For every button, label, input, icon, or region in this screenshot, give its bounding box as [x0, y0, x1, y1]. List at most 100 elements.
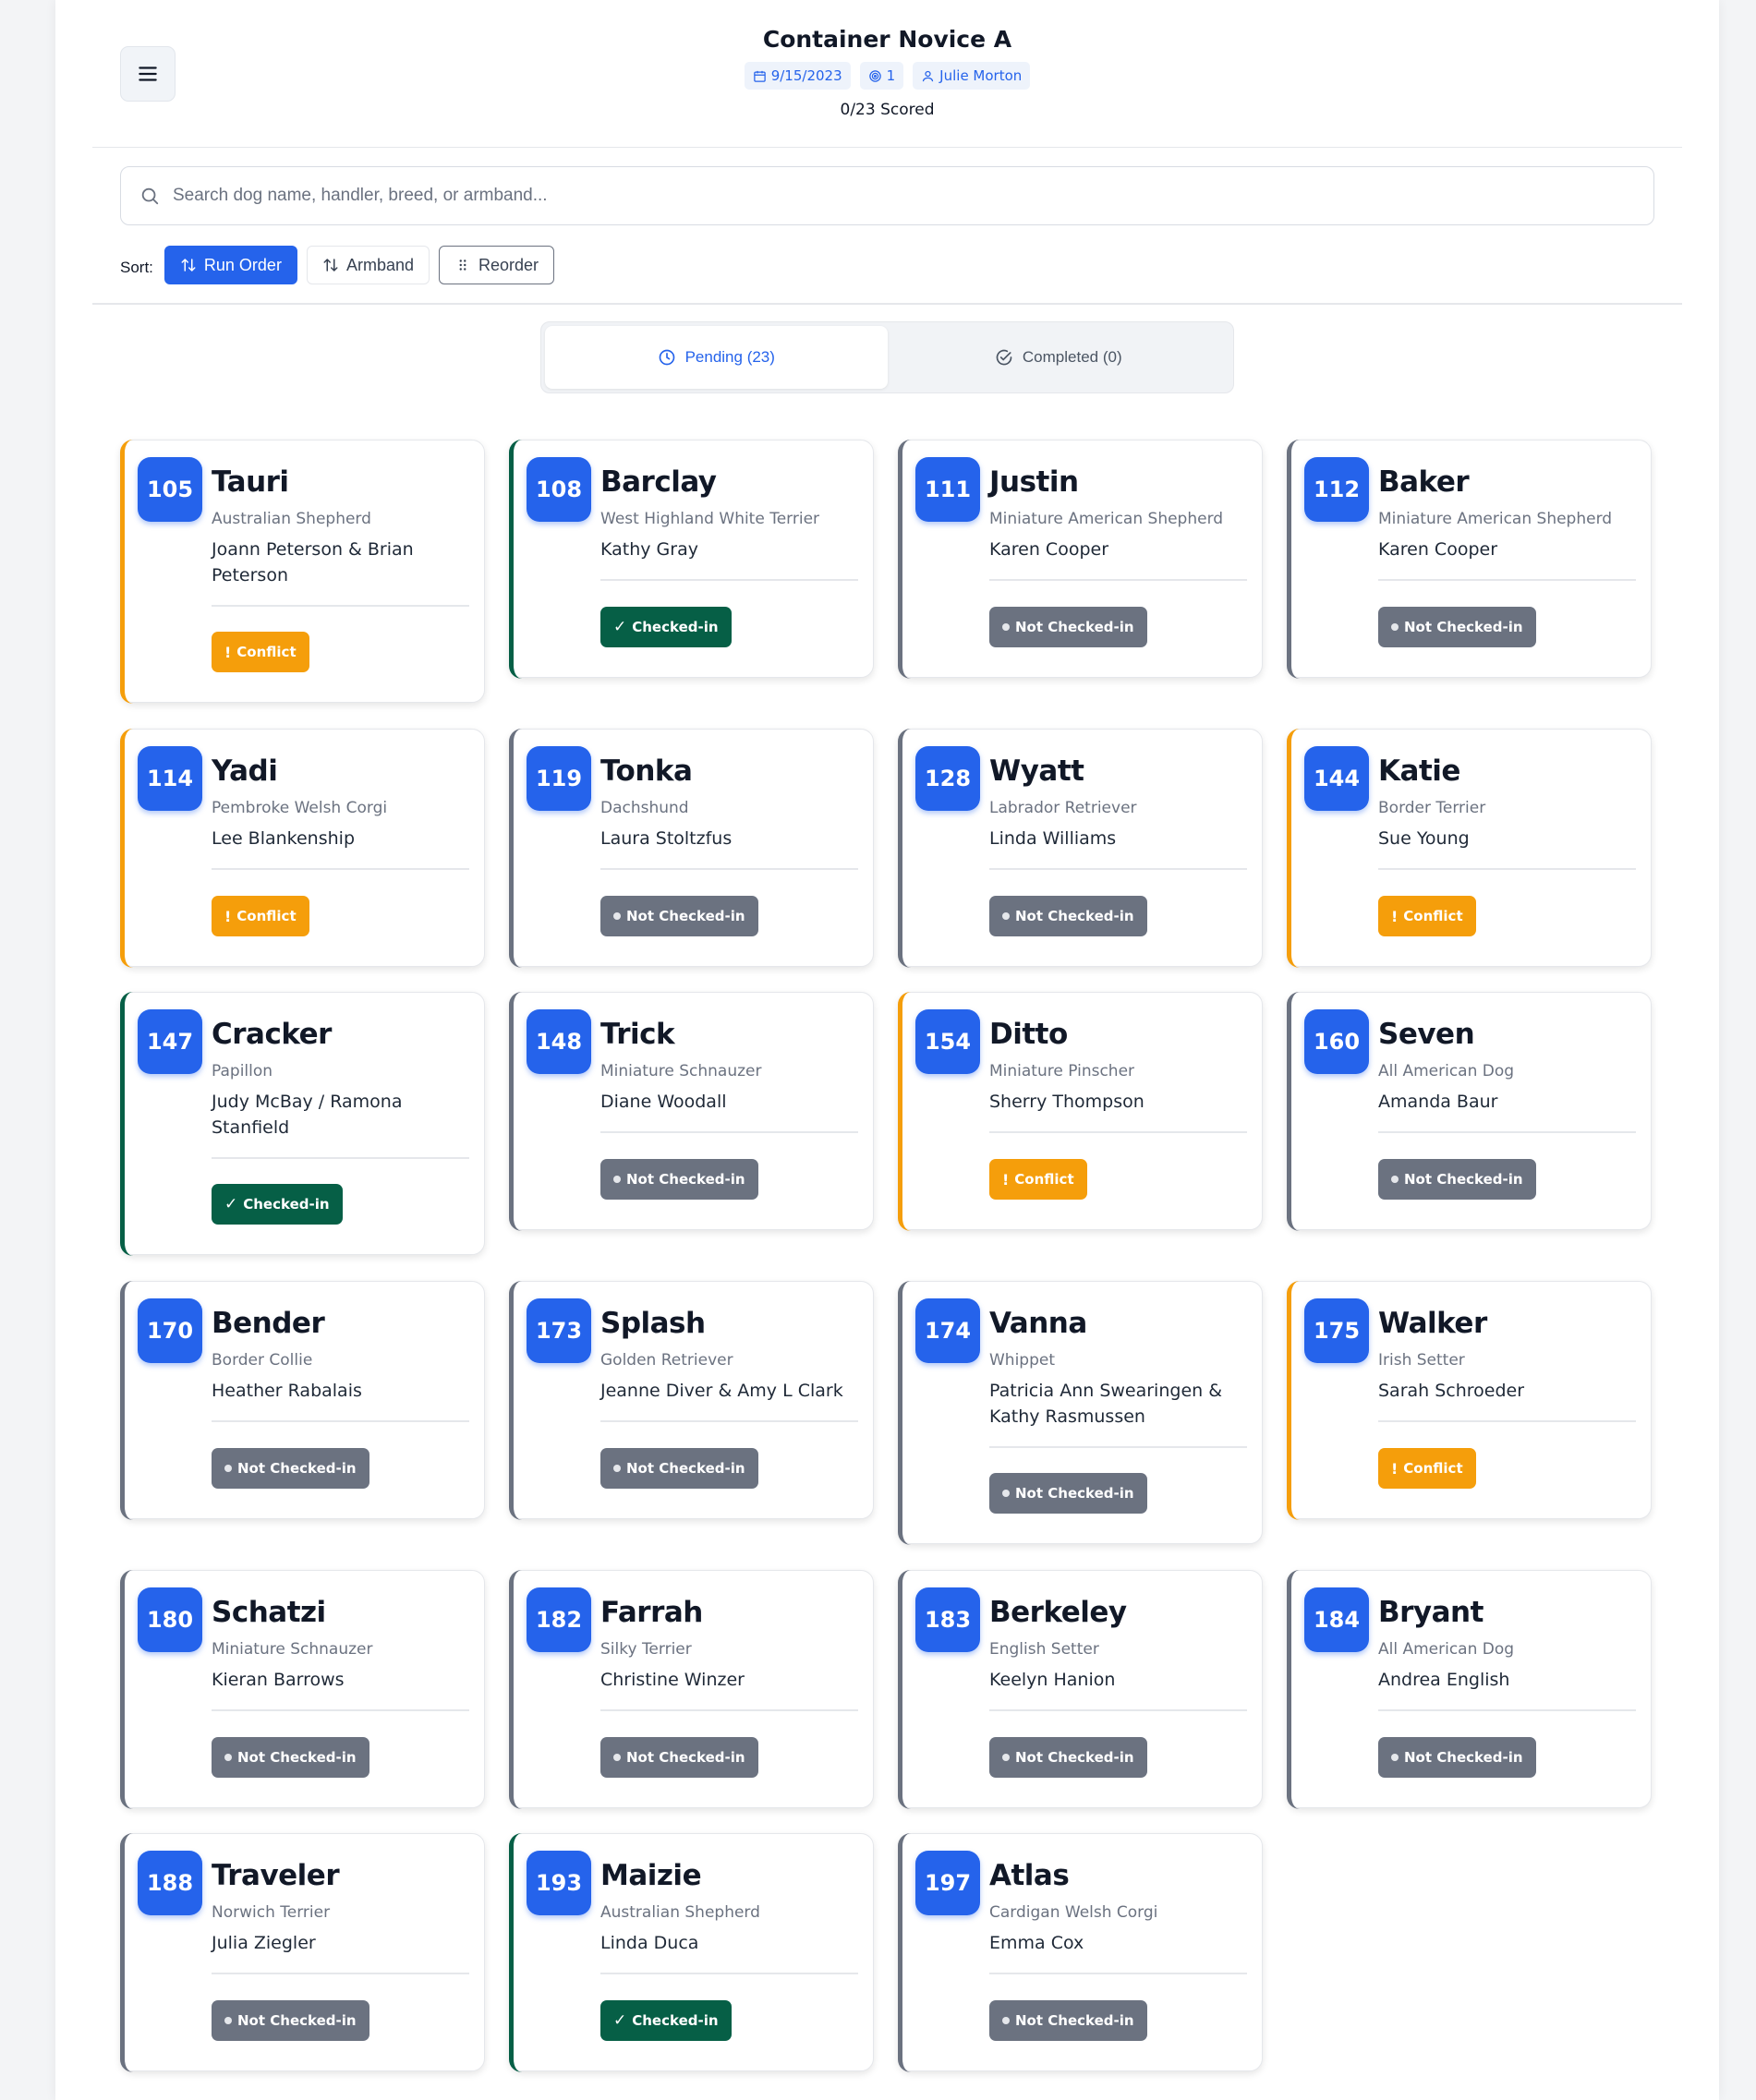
status-label: Conflict — [1403, 908, 1463, 924]
handler-name: Sherry Thompson — [989, 1092, 1144, 1112]
exclamation-icon: ! — [224, 907, 232, 925]
handler-name: Linda Williams — [989, 828, 1117, 849]
checkin-status-badge[interactable]: Not Checked-in — [989, 1473, 1147, 1514]
dot-icon — [1002, 623, 1010, 631]
level-chip: 1 — [859, 62, 904, 90]
checkin-status-badge[interactable]: Not Checked-in — [600, 1159, 758, 1200]
dot-icon — [613, 1754, 621, 1761]
dog-breed: Australian Shepherd — [600, 1903, 760, 1922]
checkin-status-badge[interactable]: Not Checked-in — [600, 1737, 758, 1778]
search-bar[interactable] — [120, 166, 1654, 225]
checkin-status-badge[interactable]: ! Conflict — [1378, 1448, 1476, 1489]
handler-name: Julia Ziegler — [212, 1933, 316, 1953]
entry-card[interactable]: 114 Yadi Pembroke Welsh Corgi Lee Blanke… — [119, 728, 485, 968]
dog-name: Maizie — [600, 1859, 702, 1892]
dog-breed: West Highland White Terrier — [600, 510, 820, 528]
checkin-status-badge[interactable]: Not Checked-in — [1378, 1159, 1536, 1200]
entry-card[interactable]: 147 Cracker Papillon Judy McBay / Ramona… — [119, 991, 485, 1256]
entry-card[interactable]: 175 Walker Irish Setter Sarah Schroeder … — [1286, 1280, 1652, 1520]
checkin-status-badge[interactable]: ! Conflict — [1378, 896, 1476, 936]
dog-name: Vanna — [989, 1307, 1087, 1340]
entry-card[interactable]: 170 Bender Border Collie Heather Rabalai… — [119, 1280, 485, 1520]
checkin-status-badge[interactable]: ! Conflict — [212, 632, 309, 672]
sort-label: Sort: — [120, 259, 153, 276]
handler-name: Christine Winzer — [600, 1670, 745, 1690]
sort-armband-button[interactable]: Armband — [306, 246, 430, 284]
entry-card[interactable]: 160 Seven All American Dog Amanda Baur N… — [1286, 991, 1652, 1231]
checkin-status-badge[interactable]: Not Checked-in — [989, 2000, 1147, 2041]
sort-run-order-button[interactable]: Run Order — [163, 246, 297, 284]
entry-card[interactable]: 197 Atlas Cardigan Welsh Corgi Emma Cox … — [897, 1832, 1263, 2072]
sort-arrows-icon — [323, 259, 338, 272]
dot-icon — [1391, 1176, 1399, 1183]
card-divider — [989, 1709, 1247, 1711]
entry-card[interactable]: 174 Vanna Whippet Patricia Ann Swearinge… — [897, 1280, 1263, 1545]
card-divider — [600, 1973, 858, 1974]
exclamation-icon: ! — [224, 643, 232, 661]
entry-card[interactable]: 112 Baker Miniature American Shepherd Ka… — [1286, 439, 1652, 679]
card-divider — [989, 1131, 1247, 1133]
status-accent-bar — [1286, 728, 1300, 968]
checkin-status-badge[interactable]: Not Checked-in — [600, 1448, 758, 1489]
entry-card[interactable]: 144 Katie Border Terrier Sue Young ! Conf… — [1286, 728, 1652, 968]
status-accent-bar — [508, 728, 522, 968]
checkin-status-badge[interactable]: Not Checked-in — [600, 896, 758, 936]
checkin-status-badge[interactable]: Not Checked-in — [989, 896, 1147, 936]
status-accent-bar — [1286, 439, 1300, 679]
armband-badge: 154 — [915, 1009, 980, 1074]
entry-card[interactable]: 119 Tonka Dachshund Laura Stoltzfus Not … — [508, 728, 874, 968]
entry-card[interactable]: 184 Bryant All American Dog Andrea Engli… — [1286, 1569, 1652, 1809]
handler-name: Jeanne Diver & Amy L Clark — [600, 1381, 843, 1401]
checkin-status-badge[interactable]: ✓ Checked-in — [600, 607, 732, 647]
card-divider — [1378, 579, 1636, 581]
entry-card[interactable]: 173 Splash Golden Retriever Jeanne Diver… — [508, 1280, 874, 1520]
entry-card[interactable]: 188 Traveler Norwich Terrier Julia Ziegl… — [119, 1832, 485, 2072]
entry-card[interactable]: 148 Trick Miniature Schnauzer Diane Wood… — [508, 991, 874, 1231]
entry-card[interactable]: 183 Berkeley English Setter Keelyn Hanio… — [897, 1569, 1263, 1809]
card-divider — [989, 579, 1247, 581]
checkin-status-badge[interactable]: Not Checked-in — [989, 1737, 1147, 1778]
entry-card[interactable]: 128 Wyatt Labrador Retriever Linda Willi… — [897, 728, 1263, 968]
entry-card[interactable]: 108 Barclay West Highland White Terrier … — [508, 439, 874, 679]
checkin-status-badge[interactable]: Not Checked-in — [212, 1448, 369, 1489]
dog-name: Wyatt — [989, 754, 1084, 788]
entry-card[interactable]: 105 Tauri Australian Shepherd Joann Pete… — [119, 439, 485, 704]
status-label: Not Checked-in — [1015, 619, 1134, 635]
entry-card[interactable]: 180 Schatzi Miniature Schnauzer Kieran B… — [119, 1569, 485, 1809]
dog-breed: Pembroke Welsh Corgi — [212, 799, 388, 817]
checkin-status-badge[interactable]: Not Checked-in — [212, 2000, 369, 2041]
tab-pending[interactable]: Pending (23) — [545, 326, 888, 389]
dot-icon — [613, 1465, 621, 1472]
entry-card[interactable]: 182 Farrah Silky Terrier Christine Winze… — [508, 1569, 874, 1809]
card-divider — [600, 868, 858, 870]
checkin-status-badge[interactable]: Not Checked-in — [989, 607, 1147, 647]
dot-icon — [224, 1465, 232, 1472]
armband-badge: 180 — [138, 1587, 202, 1652]
status-accent-bar — [508, 1832, 522, 2072]
entry-card[interactable]: 193 Maizie Australian Shepherd Linda Duc… — [508, 1832, 874, 2072]
status-label: Checked-in — [632, 619, 719, 635]
checkin-status-badge[interactable]: Not Checked-in — [1378, 607, 1536, 647]
card-divider — [989, 1973, 1247, 1974]
checkin-status-badge[interactable]: ! Conflict — [989, 1159, 1087, 1200]
armband-badge: 183 — [915, 1587, 980, 1652]
checkin-status-badge[interactable]: ✓ Checked-in — [600, 2000, 732, 2041]
checkin-status-badge[interactable]: Not Checked-in — [212, 1737, 369, 1778]
status-label: Checked-in — [243, 1196, 330, 1213]
checkin-status-badge[interactable]: Not Checked-in — [1378, 1737, 1536, 1778]
tab-pending-label: Pending (23) — [684, 348, 775, 366]
user-icon — [923, 70, 934, 81]
search-input[interactable] — [173, 186, 1653, 206]
exclamation-icon: ! — [1002, 1170, 1010, 1189]
dog-name: Bryant — [1378, 1596, 1484, 1629]
status-label: Not Checked-in — [1404, 1749, 1523, 1766]
reorder-button[interactable]: Reorder — [439, 246, 555, 284]
armband-badge: 147 — [138, 1009, 202, 1074]
status-accent-bar — [508, 439, 522, 679]
entry-card[interactable]: 111 Justin Miniature American Shepherd K… — [897, 439, 1263, 679]
checkin-status-badge[interactable]: ! Conflict — [212, 896, 309, 936]
tab-completed[interactable]: Completed (0) — [888, 326, 1230, 389]
checkin-status-badge[interactable]: ✓ Checked-in — [212, 1184, 343, 1225]
entry-card[interactable]: 154 Ditto Miniature Pinscher Sherry Thom… — [897, 991, 1263, 1231]
status-label: Not Checked-in — [626, 908, 745, 924]
